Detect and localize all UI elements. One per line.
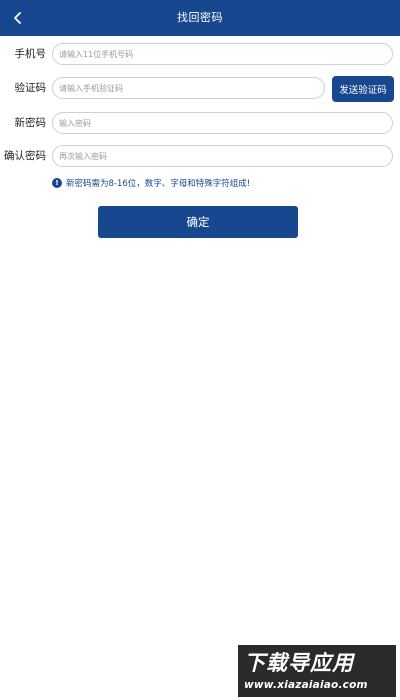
page-title: 找回密码 [177, 11, 223, 24]
password-hint-text: 新密码需为8-16位，数字、字母和特殊字符组成! [66, 179, 251, 189]
confirm-password-label: 确认密码 [4, 150, 46, 162]
phone-label: 手机号 [14, 48, 47, 60]
app-header: 找回密码 [0, 0, 400, 36]
confirm-password-input[interactable] [52, 145, 393, 167]
phone-row: 手机号 [0, 42, 400, 66]
confirm-password-row: 确认密码 [0, 144, 400, 168]
new-password-label: 新密码 [14, 117, 47, 129]
code-label: 验证码 [14, 82, 47, 94]
watermark-url: www.xiazaiaiao.com [244, 679, 368, 691]
send-code-button[interactable]: 发送验证码 [332, 76, 394, 102]
code-row: 验证码 发送验证码 [0, 76, 400, 102]
new-password-row: 新密码 [0, 111, 400, 135]
phone-input[interactable] [52, 43, 393, 65]
password-hint: ! 新密码需为8-16位，数字、字母和特殊字符组成! [52, 176, 250, 190]
watermark-logo-text: 下载导应用 [244, 651, 354, 675]
new-password-input[interactable] [52, 112, 393, 134]
watermark: 下载导应用 www.xiazaiaiao.com [238, 645, 396, 697]
code-input[interactable] [52, 77, 325, 99]
info-icon: ! [52, 178, 62, 188]
confirm-button[interactable]: 确定 [98, 206, 298, 238]
